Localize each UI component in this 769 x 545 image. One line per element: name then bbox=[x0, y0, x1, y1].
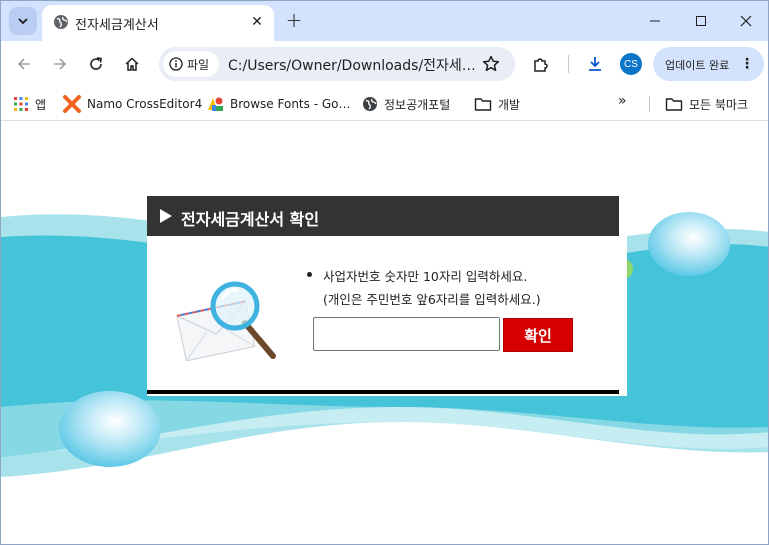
page-content: 전자세금계산서 확인 사업자번호 숫자만 10자리 입력하세요. (개인은 주민… bbox=[1, 122, 768, 544]
bookmark-star-icon[interactable] bbox=[481, 54, 501, 74]
globe-icon bbox=[363, 97, 377, 111]
bookmarks-overflow-chevron-icon[interactable]: » bbox=[618, 93, 627, 109]
instruction-line-1: 사업자번호 숫자만 10자리 입력하세요. bbox=[305, 266, 605, 285]
bookmarks-divider bbox=[649, 96, 650, 112]
apps-grid-icon bbox=[14, 97, 28, 111]
site-info-chip[interactable]: 파일 bbox=[163, 51, 219, 77]
browser-window: 전자세금계산서 ✕ + 파일 C:/Users/Owner/Downloads/… bbox=[0, 0, 769, 545]
toolbar-divider bbox=[568, 55, 569, 73]
back-button[interactable] bbox=[10, 50, 38, 78]
downloads-button[interactable] bbox=[584, 53, 606, 75]
bookmark-folder-dev[interactable]: 개발 bbox=[474, 93, 520, 115]
close-window-button[interactable] bbox=[723, 1, 768, 41]
globe-icon bbox=[54, 15, 68, 29]
puzzle-icon bbox=[534, 58, 548, 72]
tab-active[interactable]: 전자세금계산서 ✕ bbox=[42, 5, 274, 41]
update-button[interactable]: 업데이트 완료 ⋮ bbox=[653, 47, 764, 81]
reload-button[interactable] bbox=[82, 50, 110, 78]
tab-search-button[interactable] bbox=[9, 7, 37, 35]
download-icon bbox=[589, 57, 601, 71]
site-chip-label: 파일 bbox=[187, 57, 210, 72]
bookmark-label: 정보공개포털 bbox=[384, 97, 451, 112]
all-bookmarks-label: 모든 북마크 bbox=[689, 97, 749, 112]
minimize-icon bbox=[650, 20, 660, 22]
browser-toolbar: 파일 C:/Users/Owner/Downloads/전자세… CS 업데이트… bbox=[1, 41, 768, 87]
info-icon bbox=[169, 57, 183, 71]
maximize-button[interactable] bbox=[678, 1, 724, 41]
bookmarks-bar: 앱 Namo CrossEditor4 Browse Fonts - Go… 정… bbox=[1, 87, 768, 121]
extensions-button[interactable] bbox=[530, 53, 552, 75]
bookmark-label: Browse Fonts - Go… bbox=[230, 97, 351, 111]
reload-icon bbox=[90, 57, 102, 70]
bookmark-label: Namo CrossEditor4 bbox=[87, 97, 203, 111]
forward-arrow-icon bbox=[54, 58, 67, 70]
bubble-decoration bbox=[59, 391, 161, 467]
confirm-button[interactable]: 확인 bbox=[503, 318, 573, 352]
namo-icon bbox=[63, 95, 81, 113]
profile-avatar[interactable]: CS bbox=[620, 53, 642, 75]
bookmark-google-fonts[interactable]: Browse Fonts - Go… bbox=[207, 93, 351, 115]
back-arrow-icon bbox=[17, 58, 30, 70]
business-number-input[interactable] bbox=[313, 317, 500, 351]
dialog-title: 전자세금계산서 확인 bbox=[181, 210, 320, 229]
address-bar[interactable]: 파일 C:/Users/Owner/Downloads/전자세… bbox=[159, 47, 515, 81]
play-triangle-icon bbox=[160, 209, 172, 223]
google-fonts-icon bbox=[208, 97, 223, 111]
home-button[interactable] bbox=[118, 50, 146, 78]
all-bookmarks-button[interactable]: 모든 북마크 bbox=[665, 93, 748, 115]
dialog-footer-bar bbox=[147, 390, 619, 394]
url-text[interactable]: C:/Users/Owner/Downloads/전자세… bbox=[228, 55, 476, 75]
instruction-line-2: (개인은 주민번호 앞6자리를 입력하세요.) bbox=[323, 292, 541, 307]
menu-dots-icon: ⋮ bbox=[740, 56, 754, 72]
new-tab-button[interactable]: + bbox=[283, 8, 305, 32]
tax-invoice-dialog: 전자세금계산서 확인 사업자번호 숫자만 10자리 입력하세요. (개인은 주민… bbox=[147, 196, 627, 396]
forward-button[interactable] bbox=[46, 50, 74, 78]
close-tab-icon[interactable]: ✕ bbox=[248, 13, 266, 31]
instructions: 사업자번호 숫자만 10자리 입력하세요. (개인은 주민번호 앞6자리를 입력… bbox=[305, 266, 605, 308]
home-icon bbox=[125, 57, 139, 71]
dialog-header: 전자세금계산서 확인 bbox=[147, 196, 619, 236]
chevron-down-icon bbox=[18, 18, 28, 25]
envelope-magnifier-icon bbox=[176, 281, 276, 361]
update-label: 업데이트 완료 bbox=[665, 59, 730, 72]
close-icon bbox=[740, 15, 752, 27]
maximize-icon bbox=[696, 16, 706, 26]
bookmark-label: 개발 bbox=[498, 97, 521, 112]
tab-strip: 전자세금계산서 ✕ + bbox=[1, 1, 768, 41]
minimize-button[interactable] bbox=[632, 1, 678, 41]
folder-icon bbox=[665, 98, 683, 111]
folder-icon bbox=[474, 98, 492, 111]
tab-title: 전자세금계산서 bbox=[75, 18, 159, 33]
bookmark-apps[interactable]: 앱 bbox=[13, 93, 46, 115]
bookmark-label: 앱 bbox=[35, 97, 47, 112]
bookmark-namo[interactable]: Namo CrossEditor4 bbox=[63, 93, 202, 115]
bookmark-open-gov[interactable]: 정보공개포털 bbox=[362, 93, 450, 115]
bubble-decoration bbox=[648, 212, 730, 276]
